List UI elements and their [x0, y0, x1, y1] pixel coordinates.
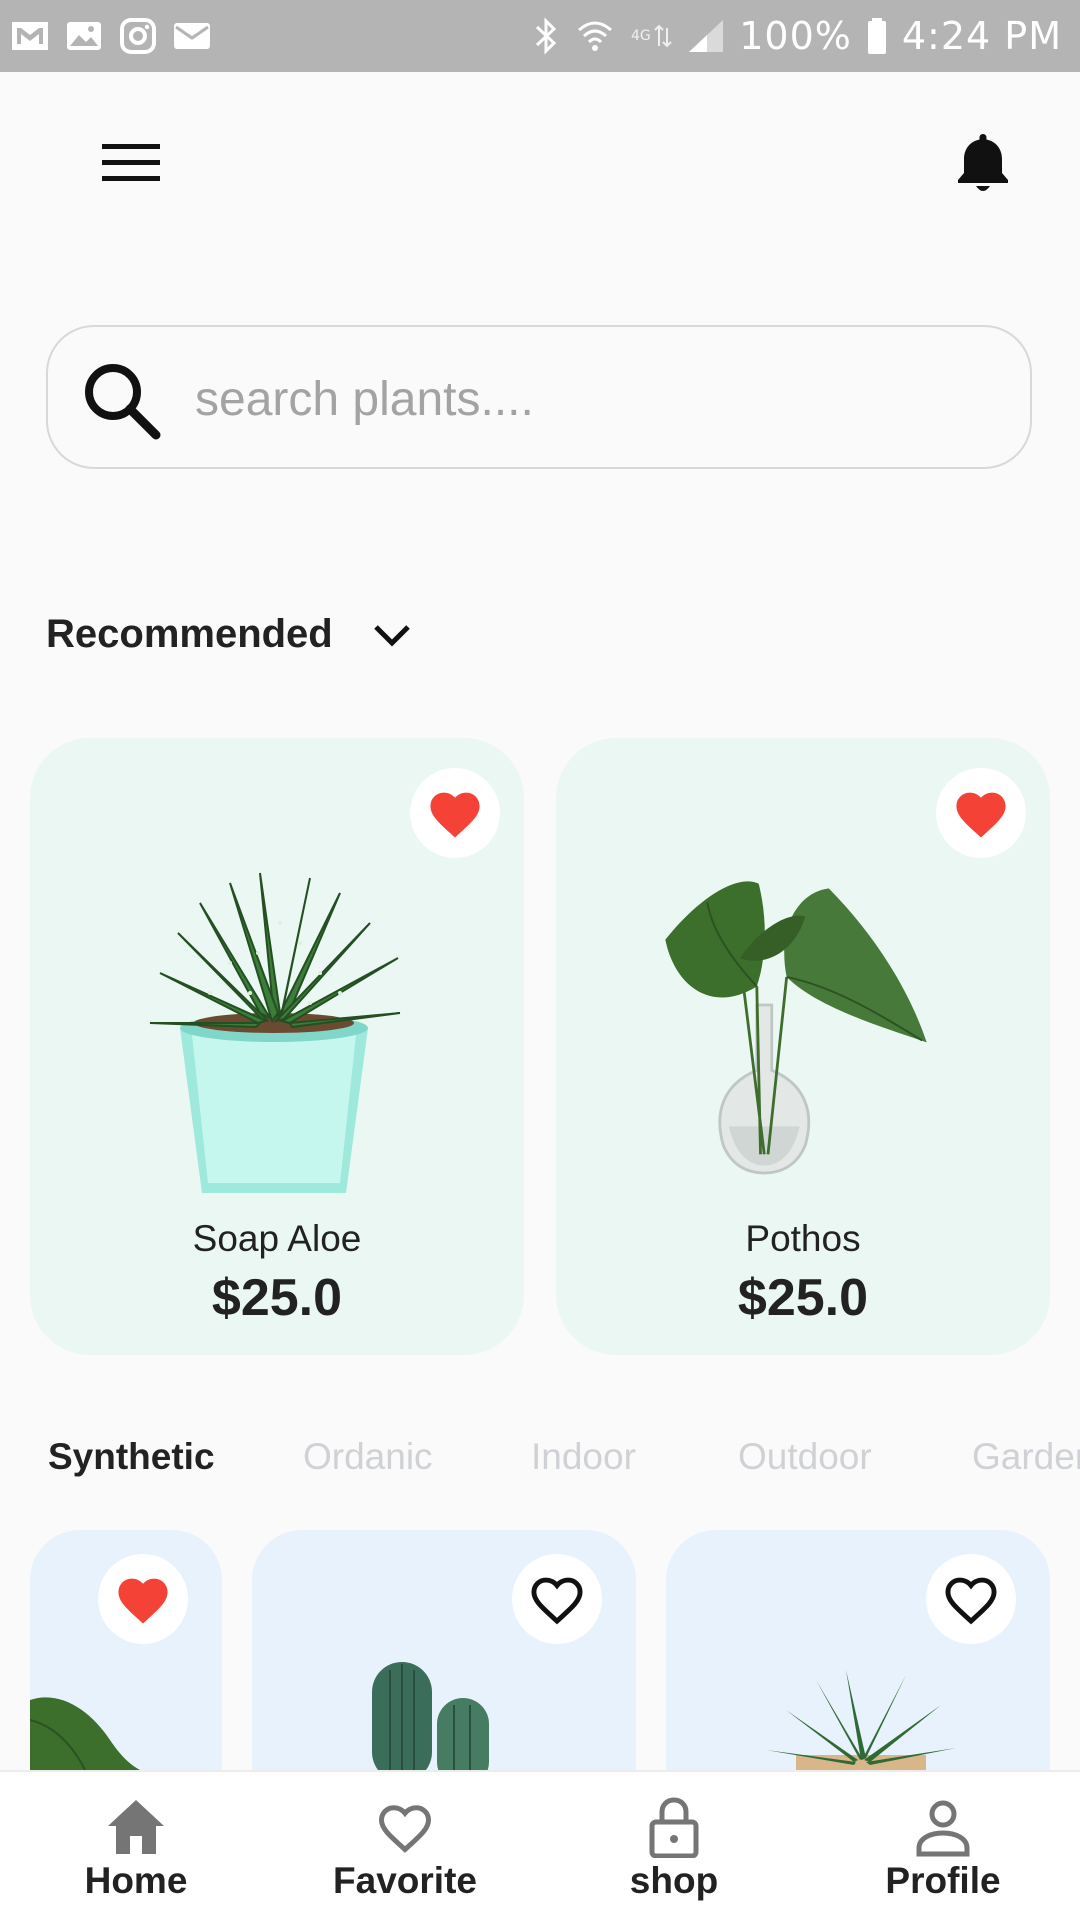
lock-icon — [649, 1797, 699, 1858]
nav-shop[interactable]: shop — [574, 1772, 774, 1922]
category-item-card[interactable] — [666, 1530, 1050, 1770]
clock: 4:24 PM — [901, 14, 1062, 58]
battery-percentage: 100% — [739, 14, 852, 58]
nav-label: Home — [84, 1860, 188, 1901]
bottom-navigation: Home Favorite shop Profile — [0, 1770, 1080, 1922]
menu-icon[interactable] — [100, 140, 164, 186]
heart-filled-icon — [118, 1578, 168, 1624]
pothos-plant-image — [30, 1697, 140, 1770]
nav-profile[interactable]: Profile — [843, 1772, 1043, 1922]
nav-label: shop — [629, 1860, 719, 1901]
status-bar: 4G 100% 4:24 PM — [0, 0, 1080, 72]
tab-garden[interactable]: Garden — [972, 1436, 1080, 1478]
battery-icon — [867, 18, 886, 54]
lte-icon: 4G — [631, 24, 672, 48]
recommended-card-pothos[interactable]: Pothos $25.0 — [556, 738, 1050, 1355]
plant-name: Soap Aloe — [192, 1218, 362, 1259]
search-icon — [85, 364, 161, 440]
person-icon — [916, 1800, 970, 1857]
nav-home[interactable]: Home — [36, 1772, 236, 1922]
heart-icon — [378, 1805, 432, 1853]
tab-indoor[interactable]: Indoor — [531, 1436, 636, 1478]
heart-filled-icon — [956, 792, 1006, 838]
cactus-plant-image — [372, 1662, 489, 1770]
plant-name: Pothos — [745, 1218, 861, 1259]
heart-outline-icon — [531, 1577, 583, 1625]
chevron-down-icon[interactable] — [370, 618, 414, 654]
recommended-card-soap-aloe[interactable]: Soap Aloe $25.0 — [30, 738, 524, 1355]
section-title[interactable]: Recommended — [46, 612, 333, 657]
search-input[interactable] — [193, 365, 977, 433]
home-icon — [108, 1800, 164, 1854]
nav-favorite[interactable]: Favorite — [305, 1772, 505, 1922]
tab-ordanic[interactable]: Ordanic — [303, 1436, 433, 1478]
plant-price: $25.0 — [737, 1269, 869, 1327]
heart-filled-icon — [430, 792, 480, 838]
aloe-plant-image — [149, 872, 401, 1193]
favorite-button[interactable] — [410, 768, 500, 858]
favorite-button[interactable] — [512, 1554, 602, 1644]
pothos-plant-image — [665, 881, 927, 1175]
system-status: 4G 100% 4:24 PM — [531, 8, 1062, 64]
bluetooth-icon — [536, 17, 557, 55]
mail-icon — [174, 23, 210, 49]
category-item-card[interactable] — [252, 1530, 636, 1770]
notification-icons — [10, 16, 212, 56]
nav-label: Favorite — [333, 1860, 477, 1901]
nav-label: Profile — [885, 1860, 1001, 1901]
gallery-icon — [67, 22, 101, 50]
tab-outdoor[interactable]: Outdoor — [738, 1436, 872, 1478]
gmail-icon — [12, 22, 48, 50]
instagram-icon — [120, 18, 156, 54]
signal-icon — [689, 20, 724, 52]
category-item-card[interactable] — [30, 1530, 222, 1770]
favorite-button[interactable] — [926, 1554, 1016, 1644]
aloe-plant-image — [766, 1670, 956, 1770]
search-bar[interactable] — [46, 325, 1032, 469]
favorite-button[interactable] — [98, 1554, 188, 1644]
heart-outline-icon — [945, 1577, 997, 1625]
wifi-icon — [578, 21, 613, 51]
svg-text:4G: 4G — [631, 28, 651, 44]
favorite-button[interactable] — [936, 768, 1026, 858]
plant-price: $25.0 — [211, 1269, 343, 1327]
tab-synthetic[interactable]: Synthetic — [48, 1436, 215, 1478]
bell-icon[interactable] — [955, 130, 1011, 194]
